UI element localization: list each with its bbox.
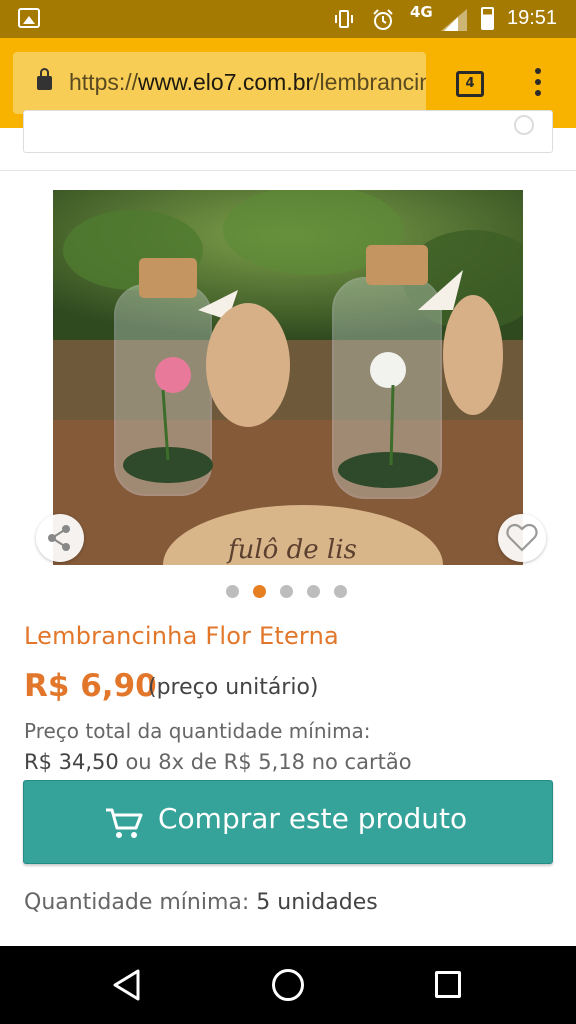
share-button[interactable] (36, 514, 84, 562)
back-icon[interactable] (112, 968, 142, 1002)
cart-icon (106, 808, 143, 838)
divider (0, 170, 576, 171)
network-type: 4G (410, 3, 433, 21)
tab-switcher-button[interactable]: 4 (456, 71, 484, 97)
buy-button[interactable]: Comprar este produto (23, 780, 553, 864)
product-title: Lembrancinha Flor Eterna (24, 622, 339, 650)
signal-icon (441, 9, 467, 31)
product-price: R$ 6,90 (24, 668, 157, 704)
alarm-icon (373, 9, 393, 30)
url-path: /lembrancinha-flor-eterna (313, 69, 426, 95)
total-price-label: Preço total da quantidade mínima: (24, 719, 371, 743)
min-qty-value: 5 unidades (256, 890, 378, 915)
overflow-menu-icon[interactable] (530, 68, 546, 100)
system-nav-bar (0, 946, 576, 1024)
search-icon[interactable] (514, 115, 534, 135)
total-price-line: R$ 34,50 ou 8x de R$ 5,18 no cartão (24, 750, 412, 774)
page: 4G 19:51 https://www.elo7.com.br/lembran… (0, 0, 576, 1024)
product-image[interactable]: fulô de lis (53, 190, 523, 565)
price-note: (preço unitário) (148, 675, 319, 700)
installments-text: ou 8x de R$ 5,18 no cartão (125, 750, 412, 774)
search-input[interactable] (23, 110, 553, 153)
url-scheme: https:// (69, 69, 139, 95)
status-bar: 4G 19:51 (0, 0, 576, 38)
total-price-value: R$ 34,50 (24, 750, 119, 774)
url-text[interactable]: https://www.elo7.com.br/lembrancinha-flo… (69, 69, 426, 96)
favorite-button[interactable] (498, 514, 546, 562)
status-time: 19:51 (507, 7, 558, 29)
heart-icon (506, 523, 538, 552)
carousel-dot[interactable] (280, 585, 293, 598)
home-icon[interactable] (272, 969, 304, 1001)
vibrate-icon (335, 10, 353, 28)
carousel-dot[interactable] (226, 585, 239, 598)
carousel-indicator[interactable] (226, 585, 351, 599)
product-photo: fulô de lis (53, 190, 523, 565)
carousel-dot[interactable] (307, 585, 320, 598)
min-qty-label: Quantidade mínima: (24, 890, 250, 915)
carousel-dot[interactable] (253, 585, 266, 598)
buy-button-label: Comprar este produto (158, 802, 468, 835)
share-icon (48, 525, 70, 551)
lock-icon (37, 68, 52, 90)
battery-icon (481, 7, 494, 30)
minimum-quantity: Quantidade mínima: 5 unidades (24, 890, 378, 915)
carousel-dot[interactable] (334, 585, 347, 598)
caption-text: fulô de lis (226, 535, 357, 565)
image-notification-icon (18, 8, 40, 28)
url-host: www.elo7.com.br (138, 69, 314, 95)
recent-apps-icon[interactable] (435, 971, 461, 998)
address-bar[interactable]: https://www.elo7.com.br/lembrancinha-flo… (13, 52, 426, 114)
